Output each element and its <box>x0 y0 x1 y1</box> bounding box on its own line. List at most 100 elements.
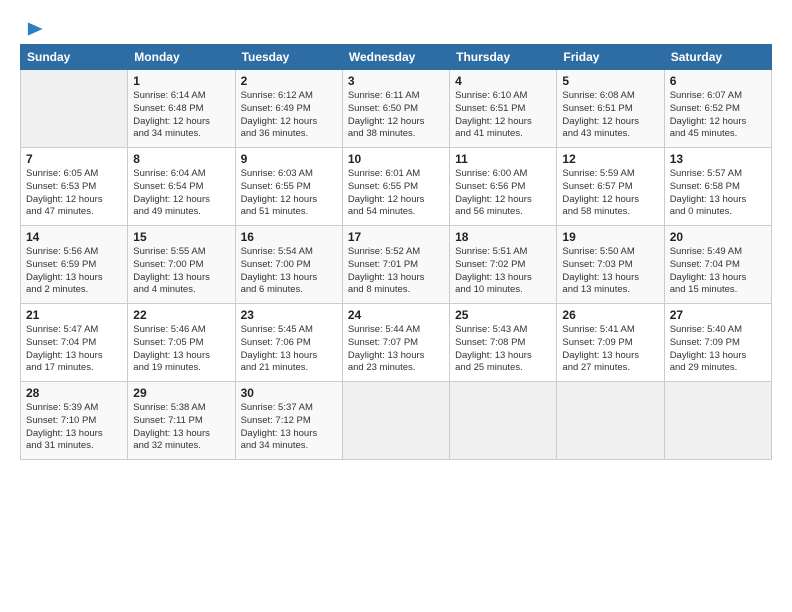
day-number: 22 <box>133 308 229 322</box>
day-number: 19 <box>562 230 658 244</box>
day-info: Sunrise: 5:51 AM Sunset: 7:02 PM Dayligh… <box>455 246 551 297</box>
day-info: Sunrise: 6:14 AM Sunset: 6:48 PM Dayligh… <box>133 90 229 141</box>
day-number: 20 <box>670 230 766 244</box>
day-number: 26 <box>562 308 658 322</box>
calendar-cell: 18 Sunrise: 5:51 AM Sunset: 7:02 PM Dayli… <box>450 226 557 304</box>
calendar-cell: 9 Sunrise: 6:03 AM Sunset: 6:55 PM Daylig… <box>235 148 342 226</box>
day-info: Sunrise: 6:12 AM Sunset: 6:49 PM Dayligh… <box>241 90 337 141</box>
day-header-saturday: Saturday <box>664 45 771 70</box>
day-header-friday: Friday <box>557 45 664 70</box>
calendar-cell: 4Sunrise: 6:10 AM Sunset: 6:51 PM Daylig… <box>450 70 557 148</box>
day-header-thursday: Thursday <box>450 45 557 70</box>
calendar-cell: 10 Sunrise: 6:01 AM Sunset: 6:55 PM Dayli… <box>342 148 449 226</box>
calendar-cell: 2 Sunrise: 6:12 AM Sunset: 6:49 PM Daylig… <box>235 70 342 148</box>
day-info: Sunrise: 6:11 AM Sunset: 6:50 PM Dayligh… <box>348 90 444 141</box>
day-number: 15 <box>133 230 229 244</box>
day-info: Sunrise: 5:59 AM Sunset: 6:57 PM Dayligh… <box>562 168 658 219</box>
calendar-cell: 20 Sunrise: 5:49 AM Sunset: 7:04 PM Dayli… <box>664 226 771 304</box>
calendar-cell: 26 Sunrise: 5:41 AM Sunset: 7:09 PM Dayli… <box>557 304 664 382</box>
day-number: 23 <box>241 308 337 322</box>
calendar-cell: 11 Sunrise: 6:00 AM Sunset: 6:56 PM Dayli… <box>450 148 557 226</box>
day-number: 9 <box>241 152 337 166</box>
day-info: Sunrise: 5:50 AM Sunset: 7:03 PM Dayligh… <box>562 246 658 297</box>
day-info: Sunrise: 5:39 AM Sunset: 7:10 PM Dayligh… <box>26 402 122 453</box>
day-number: 3 <box>348 74 444 88</box>
day-info: Sunrise: 6:05 AM Sunset: 6:53 PM Dayligh… <box>26 168 122 219</box>
day-number: 30 <box>241 386 337 400</box>
day-info: Sunrise: 5:54 AM Sunset: 7:00 PM Dayligh… <box>241 246 337 297</box>
calendar-cell: 3 Sunrise: 6:11 AM Sunset: 6:50 PM Daylig… <box>342 70 449 148</box>
calendar-cell: 27Sunrise: 5:40 AM Sunset: 7:09 PM Dayli… <box>664 304 771 382</box>
day-info: Sunrise: 5:41 AM Sunset: 7:09 PM Dayligh… <box>562 324 658 375</box>
day-header-sunday: Sunday <box>21 45 128 70</box>
day-info: Sunrise: 5:43 AM Sunset: 7:08 PM Dayligh… <box>455 324 551 375</box>
calendar-cell: 6Sunrise: 6:07 AM Sunset: 6:52 PM Daylig… <box>664 70 771 148</box>
header <box>20 18 772 36</box>
calendar-cell: 17Sunrise: 5:52 AM Sunset: 7:01 PM Dayli… <box>342 226 449 304</box>
day-info: Sunrise: 6:00 AM Sunset: 6:56 PM Dayligh… <box>455 168 551 219</box>
calendar-cell: 19 Sunrise: 5:50 AM Sunset: 7:03 PM Dayli… <box>557 226 664 304</box>
day-info: Sunrise: 6:10 AM Sunset: 6:51 PM Dayligh… <box>455 90 551 141</box>
calendar-cell: 22 Sunrise: 5:46 AM Sunset: 7:05 PM Dayli… <box>128 304 235 382</box>
day-info: Sunrise: 5:57 AM Sunset: 6:58 PM Dayligh… <box>670 168 766 219</box>
logo <box>20 18 44 36</box>
calendar-cell <box>557 382 664 460</box>
page: SundayMondayTuesdayWednesdayThursdayFrid… <box>0 0 792 470</box>
calendar-cell: 8 Sunrise: 6:04 AM Sunset: 6:54 PM Daylig… <box>128 148 235 226</box>
calendar-cell <box>21 70 128 148</box>
day-info: Sunrise: 5:45 AM Sunset: 7:06 PM Dayligh… <box>241 324 337 375</box>
day-number: 29 <box>133 386 229 400</box>
calendar-cell <box>664 382 771 460</box>
calendar-cell: 15 Sunrise: 5:55 AM Sunset: 7:00 PM Dayli… <box>128 226 235 304</box>
calendar-table: SundayMondayTuesdayWednesdayThursdayFrid… <box>20 44 772 460</box>
calendar-cell: 5 Sunrise: 6:08 AM Sunset: 6:51 PM Daylig… <box>557 70 664 148</box>
day-info: Sunrise: 5:47 AM Sunset: 7:04 PM Dayligh… <box>26 324 122 375</box>
day-info: Sunrise: 6:01 AM Sunset: 6:55 PM Dayligh… <box>348 168 444 219</box>
day-number: 13 <box>670 152 766 166</box>
calendar-cell: 1 Sunrise: 6:14 AM Sunset: 6:48 PM Daylig… <box>128 70 235 148</box>
calendar-cell: 24 Sunrise: 5:44 AM Sunset: 7:07 PM Dayli… <box>342 304 449 382</box>
calendar-cell: 29 Sunrise: 5:38 AM Sunset: 7:11 PM Dayli… <box>128 382 235 460</box>
day-number: 5 <box>562 74 658 88</box>
day-info: Sunrise: 5:38 AM Sunset: 7:11 PM Dayligh… <box>133 402 229 453</box>
day-info: Sunrise: 6:07 AM Sunset: 6:52 PM Dayligh… <box>670 90 766 141</box>
day-info: Sunrise: 5:55 AM Sunset: 7:00 PM Dayligh… <box>133 246 229 297</box>
day-number: 10 <box>348 152 444 166</box>
day-number: 12 <box>562 152 658 166</box>
calendar-cell <box>342 382 449 460</box>
calendar-cell <box>450 382 557 460</box>
day-info: Sunrise: 6:03 AM Sunset: 6:55 PM Dayligh… <box>241 168 337 219</box>
day-info: Sunrise: 5:56 AM Sunset: 6:59 PM Dayligh… <box>26 246 122 297</box>
day-number: 24 <box>348 308 444 322</box>
day-info: Sunrise: 5:44 AM Sunset: 7:07 PM Dayligh… <box>348 324 444 375</box>
day-number: 28 <box>26 386 122 400</box>
calendar-cell: 13 Sunrise: 5:57 AM Sunset: 6:58 PM Dayli… <box>664 148 771 226</box>
day-info: Sunrise: 5:37 AM Sunset: 7:12 PM Dayligh… <box>241 402 337 453</box>
day-number: 14 <box>26 230 122 244</box>
day-number: 16 <box>241 230 337 244</box>
day-number: 8 <box>133 152 229 166</box>
day-number: 1 <box>133 74 229 88</box>
day-number: 2 <box>241 74 337 88</box>
day-number: 11 <box>455 152 551 166</box>
day-header-wednesday: Wednesday <box>342 45 449 70</box>
day-info: Sunrise: 5:40 AM Sunset: 7:09 PM Dayligh… <box>670 324 766 375</box>
day-header-monday: Monday <box>128 45 235 70</box>
calendar-cell: 21 Sunrise: 5:47 AM Sunset: 7:04 PM Dayli… <box>21 304 128 382</box>
calendar-cell: 14 Sunrise: 5:56 AM Sunset: 6:59 PM Dayli… <box>21 226 128 304</box>
day-number: 7 <box>26 152 122 166</box>
day-info: Sunrise: 5:52 AM Sunset: 7:01 PM Dayligh… <box>348 246 444 297</box>
calendar-cell: 28 Sunrise: 5:39 AM Sunset: 7:10 PM Dayli… <box>21 382 128 460</box>
day-number: 25 <box>455 308 551 322</box>
calendar-cell: 7 Sunrise: 6:05 AM Sunset: 6:53 PM Daylig… <box>21 148 128 226</box>
day-info: Sunrise: 5:46 AM Sunset: 7:05 PM Dayligh… <box>133 324 229 375</box>
day-info: Sunrise: 5:49 AM Sunset: 7:04 PM Dayligh… <box>670 246 766 297</box>
logo-icon <box>22 18 44 40</box>
day-number: 21 <box>26 308 122 322</box>
calendar-cell: 16 Sunrise: 5:54 AM Sunset: 7:00 PM Dayli… <box>235 226 342 304</box>
day-header-tuesday: Tuesday <box>235 45 342 70</box>
day-number: 18 <box>455 230 551 244</box>
day-info: Sunrise: 6:04 AM Sunset: 6:54 PM Dayligh… <box>133 168 229 219</box>
calendar-cell: 12 Sunrise: 5:59 AM Sunset: 6:57 PM Dayli… <box>557 148 664 226</box>
day-info: Sunrise: 6:08 AM Sunset: 6:51 PM Dayligh… <box>562 90 658 141</box>
